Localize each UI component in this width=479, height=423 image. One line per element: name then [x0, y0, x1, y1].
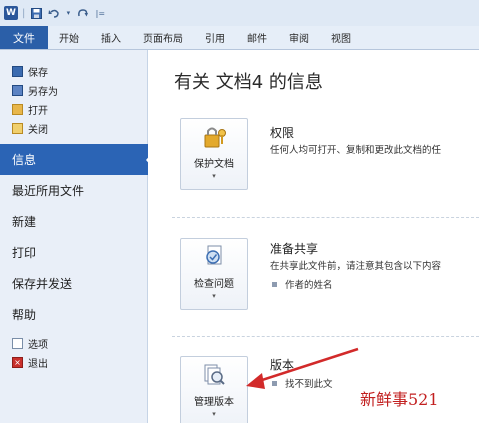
nav-close[interactable]: 关闭 — [0, 119, 147, 138]
nav-help[interactable]: 帮助 — [0, 299, 147, 330]
nav-close-label: 关闭 — [28, 125, 48, 136]
inspect-document-icon — [201, 245, 227, 269]
options-icon — [12, 338, 23, 349]
chevron-down-icon[interactable]: ▾ — [65, 6, 71, 20]
nav-recent[interactable]: 最近所用文件 — [0, 175, 147, 206]
permissions-title: 权限 — [270, 126, 295, 140]
permissions-description: 任何人均可打开、复制和更改此文档的任 — [270, 145, 442, 156]
nav-save-as[interactable]: 另存为 — [0, 81, 147, 100]
author-name-item: 作者的姓名 — [285, 280, 333, 291]
quick-access-toolbar: W | ▾ |= — [0, 0, 479, 26]
open-folder-icon — [12, 104, 23, 115]
redo-icon[interactable] — [75, 6, 89, 20]
info-panel: 有关 文档4 的信息 保护文档 ▾ 权限 任何人均可打开、复制和更改此文档的任 … — [148, 50, 479, 423]
protect-document-button[interactable]: 保护文档 ▾ — [180, 118, 248, 190]
chevron-down-icon: ▾ — [212, 410, 216, 418]
nav-options-label: 选项 — [28, 340, 48, 351]
manage-versions-label: 管理版本 — [194, 397, 234, 408]
nav-recent-label: 最近所用文件 — [12, 184, 85, 198]
toolbar-separator: | — [22, 7, 26, 19]
nav-info-label: 信息 — [12, 153, 37, 167]
save-icon — [12, 66, 23, 77]
nav-options[interactable]: 选项 — [0, 334, 147, 353]
tab-page-layout[interactable]: 页面布局 — [132, 26, 194, 49]
nav-new[interactable]: 新建 — [0, 206, 147, 237]
bullet-icon — [272, 380, 277, 386]
tab-references[interactable]: 引用 — [194, 26, 236, 49]
bullet-icon — [272, 281, 277, 287]
list-item: 找不到此文 — [272, 376, 333, 390]
chevron-down-icon: ▾ — [212, 292, 216, 300]
section-divider — [172, 217, 479, 218]
nav-save-send[interactable]: 保存并发送 — [0, 268, 147, 299]
nav-print[interactable]: 打印 — [0, 237, 147, 268]
nav-save-as-label: 另存为 — [28, 87, 58, 98]
page-title: 有关 文档4 的信息 — [174, 72, 323, 93]
protect-document-label: 保护文档 — [194, 159, 234, 170]
check-issues-label: 检查问题 — [194, 279, 234, 290]
watermark: 新鲜事521 — [360, 390, 439, 409]
manage-versions-icon — [201, 363, 227, 387]
ribbon-tabs: 文件 开始 插入 页面布局 引用 邮件 审阅 视图 — [0, 26, 479, 50]
prepare-sharing-description: 在共享此文件前，请注意其包含以下内容 — [270, 261, 442, 272]
prepare-sharing-title: 准备共享 — [270, 242, 319, 256]
lock-key-icon — [201, 125, 227, 149]
nav-save-label: 保存 — [28, 68, 48, 79]
tab-insert[interactable]: 插入 — [90, 26, 132, 49]
section-divider — [172, 336, 479, 337]
save-as-icon — [12, 85, 23, 96]
versions-title: 版本 — [270, 358, 295, 372]
nav-open[interactable]: 打开 — [0, 100, 147, 119]
close-folder-icon — [12, 123, 23, 134]
tab-home[interactable]: 开始 — [48, 26, 90, 49]
nav-new-label: 新建 — [12, 215, 37, 229]
manage-versions-button[interactable]: 管理版本 ▾ — [180, 356, 248, 423]
nav-open-label: 打开 — [28, 106, 48, 117]
nav-exit[interactable]: × 退出 — [0, 353, 147, 372]
tab-mailings[interactable]: 邮件 — [236, 26, 278, 49]
nav-exit-label: 退出 — [28, 359, 48, 370]
customize-toolbar-icon[interactable]: |= — [93, 6, 107, 20]
save-icon[interactable] — [29, 6, 43, 20]
nav-info[interactable]: 信息 — [0, 144, 153, 175]
versions-description: 找不到此文 — [285, 379, 333, 390]
nav-print-label: 打印 — [12, 246, 37, 260]
backstage-nav: 保存 另存为 打开 关闭 信息 最近所用文件 新建 打印 保存并发送 帮助 选项… — [0, 50, 153, 423]
nav-save-send-label: 保存并发送 — [12, 277, 73, 291]
tab-file[interactable]: 文件 — [0, 26, 48, 49]
undo-icon[interactable] — [47, 6, 61, 20]
check-issues-button[interactable]: 检查问题 ▾ — [180, 238, 248, 310]
tab-review[interactable]: 审阅 — [278, 26, 320, 49]
nav-help-label: 帮助 — [12, 308, 37, 322]
word-icon[interactable]: W — [4, 6, 18, 20]
chevron-down-icon: ▾ — [212, 172, 216, 180]
list-item: 作者的姓名 — [272, 277, 333, 291]
exit-icon: × — [12, 357, 23, 368]
tab-view[interactable]: 视图 — [320, 26, 362, 49]
nav-save[interactable]: 保存 — [0, 62, 147, 81]
